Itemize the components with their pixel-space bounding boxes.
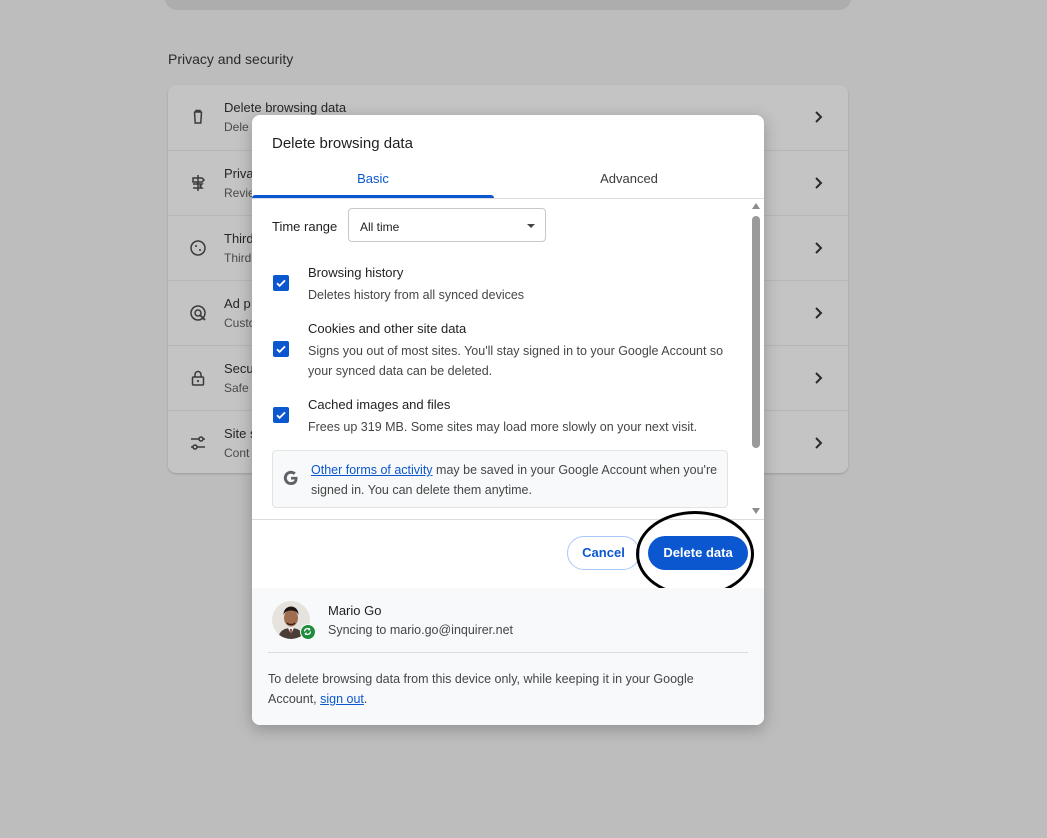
dialog-title: Delete browsing data xyxy=(272,135,413,152)
tab-divider xyxy=(252,198,764,199)
settings-row-subtitle: Revie xyxy=(224,186,255,200)
site-settings-icon xyxy=(191,436,205,450)
settings-row-subtitle: Cont xyxy=(224,446,250,460)
account-divider xyxy=(268,652,748,653)
privacy-guide-icon xyxy=(192,175,206,191)
chevron-right-icon xyxy=(815,177,823,189)
dialog-scrollbar[interactable] xyxy=(750,201,762,519)
settings-row-subtitle: Dele xyxy=(224,120,249,134)
settings-row-title: Ad p xyxy=(224,296,251,311)
browsing-history-checkbox[interactable] xyxy=(273,275,289,291)
cookies-checkbox[interactable] xyxy=(273,341,289,357)
option-title: Browsing history xyxy=(308,265,404,280)
delete-browsing-data-dialog: Delete browsing data Basic Advanced Time… xyxy=(252,115,764,725)
signout-note: To delete browsing data from this device… xyxy=(268,669,738,709)
chevron-right-icon xyxy=(815,242,823,254)
dropdown-caret-icon xyxy=(527,224,535,228)
chevron-right-icon xyxy=(815,111,823,123)
other-forms-of-activity-link[interactable]: Other forms of activity xyxy=(311,463,433,477)
scroll-up-arrow-icon[interactable] xyxy=(752,203,760,209)
lock-icon xyxy=(191,370,205,386)
settings-row-subtitle: Custo xyxy=(224,316,256,330)
chevron-right-icon xyxy=(815,307,823,319)
trash-icon xyxy=(193,109,203,124)
signout-note-end: . xyxy=(363,692,368,706)
settings-row-title: Secu xyxy=(224,361,254,376)
option-title: Cookies and other site data xyxy=(308,321,467,336)
account-sync-status: Syncing to mario.go@inquirer.net xyxy=(328,623,514,637)
footer-divider xyxy=(252,519,764,520)
tab-basic[interactable]: Basic xyxy=(252,170,494,198)
account-section: Mario Go Syncing to mario.go@inquirer.ne… xyxy=(252,588,764,725)
time-range-value: All time xyxy=(360,220,400,234)
cancel-button[interactable]: Cancel xyxy=(567,536,640,570)
settings-row-subtitle: Safe xyxy=(224,381,249,395)
time-range-select[interactable]: All time xyxy=(348,208,546,242)
google-activity-text: Other forms of activity may be saved in … xyxy=(311,460,721,500)
scroll-down-arrow-icon[interactable] xyxy=(752,508,760,514)
sync-status-icon xyxy=(300,624,316,640)
checkmark-icon xyxy=(276,411,286,420)
account-name: Mario Go xyxy=(328,603,382,618)
tab-advanced[interactable]: Advanced xyxy=(508,170,750,198)
settings-row-title: Delete browsing data xyxy=(224,100,347,115)
privacy-section-title: Privacy and security xyxy=(168,51,294,67)
option-description: Deletes history from all synced devices xyxy=(308,288,525,302)
settings-row-title: Priva xyxy=(224,166,254,181)
cached-images-checkbox[interactable] xyxy=(273,407,289,423)
google-g-icon xyxy=(283,470,298,486)
checkmark-icon xyxy=(276,345,286,354)
google-activity-note: Other forms of activity may be saved in … xyxy=(272,450,728,508)
checkmark-icon xyxy=(276,279,286,288)
settings-row-title: Third xyxy=(224,231,254,246)
cookie-icon xyxy=(190,240,206,256)
option-description: Frees up 319 MB. Some sites may load mor… xyxy=(308,420,698,434)
delete-data-button[interactable]: Delete data xyxy=(648,536,748,570)
ad-privacy-icon xyxy=(190,305,206,321)
chevron-right-icon xyxy=(815,372,823,384)
previous-settings-card xyxy=(165,0,851,10)
chevron-right-icon xyxy=(815,437,823,449)
time-range-label: Time range xyxy=(272,219,338,234)
option-description: Signs you out of most sites. You'll stay… xyxy=(308,344,724,378)
scrollbar-thumb[interactable] xyxy=(752,216,760,448)
option-title: Cached images and files xyxy=(308,397,451,412)
sign-out-link[interactable]: sign out xyxy=(320,692,364,706)
settings-row-subtitle: Third xyxy=(224,251,252,265)
